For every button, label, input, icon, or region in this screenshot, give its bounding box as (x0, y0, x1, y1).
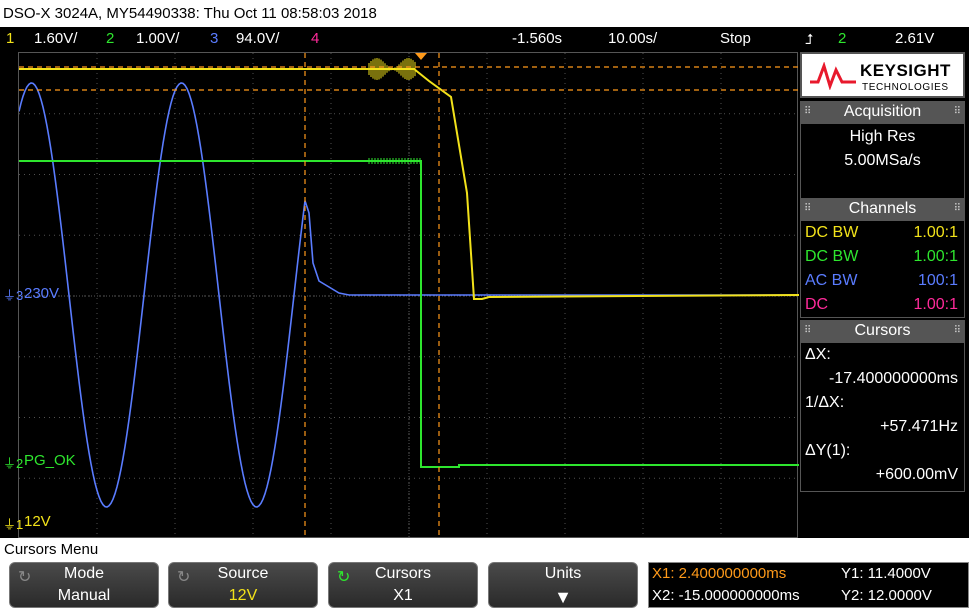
cursors-softkey-value: X1 (393, 587, 413, 604)
ch4-coupling: DC (805, 296, 829, 313)
ch3-ground-marker[interactable]: ⏚3 (3, 285, 23, 304)
ch2-ground-marker[interactable]: ⏚2 (3, 453, 23, 472)
cursors-softkey[interactable]: ↻ Cursors X1 (328, 562, 478, 608)
panel-grip-icon: ⠿ (953, 203, 961, 214)
ch3-scale[interactable]: 94.0V/ (236, 27, 279, 51)
inverse-delta-x-value: +57.471Hz (880, 418, 958, 435)
ch3-probe: 100:1 (917, 272, 958, 289)
panel-grip-icon: ⠿ (804, 203, 812, 214)
ch3-number[interactable]: 3 (210, 27, 218, 51)
ch1-probe: 1.00:1 (913, 224, 958, 241)
menu-title: Cursors Menu (4, 541, 99, 558)
cursor-y1-readout: Y1: 11.4000V (841, 565, 931, 582)
panel-grip-icon: ⠿ (953, 106, 961, 117)
ch2-waveform-label: PG_OK (24, 452, 76, 469)
source-softkey-label: Source (217, 565, 269, 582)
ch2-number[interactable]: 2 (106, 27, 114, 51)
trigger-edge-icon: ⮥ (805, 31, 814, 47)
trigger-level[interactable]: 2.61V (895, 27, 934, 51)
acquisition-mode: High Res (849, 128, 916, 145)
ch2-coupling: DC BW (805, 248, 859, 265)
ch1-number[interactable]: 1 (6, 27, 14, 51)
units-softkey[interactable]: Units ▼ (488, 562, 638, 608)
ch1-coupling: DC BW (805, 224, 859, 241)
ch4-number[interactable]: 4 (311, 27, 319, 51)
units-softkey-label: Units (544, 565, 582, 582)
ch2-probe: 1.00:1 (913, 248, 958, 265)
channels-panel: DC BW 1.00:1 DC BW 1.00:1 AC BW 100:1 DC… (800, 220, 965, 318)
cursor-y2-readout: Y2: 12.0000V (841, 587, 932, 604)
ch1-ground-marker[interactable]: ⏚1 (3, 514, 23, 533)
ch1-waveform-label: 12V (24, 513, 51, 530)
delta-x-label: ΔX: (805, 346, 831, 363)
brand-subtitle: TECHNOLOGIES (862, 82, 949, 93)
submenu-down-arrow-icon: ▼ (554, 587, 572, 607)
mode-softkey[interactable]: ↻ Mode Manual (9, 562, 159, 608)
waveform-display[interactable]: ⏚3 230V ⏚2 PG_OK ⏚1 12V (3, 52, 799, 539)
acquisition-panel: High Res 5.00MSa/s (800, 123, 965, 199)
sample-rate: 5.00MSa/s (844, 152, 921, 169)
status-bar: 1 1.60V/ 2 1.00V/ 3 94.0V/ 4 -1.560s 10.… (0, 27, 969, 51)
keysight-wave-icon (810, 62, 856, 90)
waveform-canvas (19, 53, 799, 539)
delta-x-value: -17.400000000ms (829, 370, 958, 387)
ch1-scale[interactable]: 1.60V/ (34, 27, 77, 51)
time-scale[interactable]: 10.00s/ (608, 27, 657, 51)
side-panel: KEYSIGHT TECHNOLOGIES ⠿ Acquisition ⠿ Hi… (800, 52, 969, 538)
cursor-x2-readout: X2: -15.000000000ms (652, 587, 800, 604)
channels-header[interactable]: ⠿ Channels ⠿ (800, 198, 965, 220)
panel-grip-icon: ⠿ (953, 325, 961, 336)
mode-softkey-label: Mode (63, 565, 105, 582)
mode-softkey-value: Manual (57, 587, 111, 604)
cursor-x1-readout: X1: 2.400000000ms (652, 565, 787, 582)
panel-grip-icon: ⠿ (804, 106, 812, 117)
acquisition-header[interactable]: ⠿ Acquisition ⠿ (800, 101, 965, 123)
inverse-delta-x-label: 1/ΔX: (805, 394, 845, 411)
window-title: DSO-X 3024A, MY54490338: Thu Oct 11 08:5… (0, 0, 969, 27)
cursors-panel: ΔX: -17.400000000ms 1/ΔX: +57.471Hz ΔY(1… (800, 342, 965, 492)
source-softkey-value: 12V (228, 587, 258, 604)
trigger-position-marker[interactable] (415, 53, 427, 60)
trigger-source[interactable]: 2 (838, 27, 846, 51)
delta-y-value: +600.00mV (875, 466, 958, 483)
panel-grip-icon: ⠿ (804, 325, 812, 336)
delta-y-label: ΔY(1): (805, 442, 851, 459)
ch4-probe: 1.00:1 (913, 296, 958, 313)
brand-name: KEYSIGHT (860, 61, 951, 80)
time-offset[interactable]: -1.560s (512, 27, 562, 51)
run-state[interactable]: Stop (720, 27, 751, 51)
ch3-waveform-label: 230V (24, 285, 60, 302)
source-softkey[interactable]: ↻ Source 12V (168, 562, 318, 608)
ch3-coupling: AC BW (805, 272, 858, 289)
keysight-logo: KEYSIGHT TECHNOLOGIES (800, 52, 965, 98)
cursor-readout: X1: 2.400000000ms X2: -15.000000000ms Y1… (648, 562, 969, 608)
cursors-header[interactable]: ⠿ Cursors ⠿ (800, 320, 965, 342)
ch2-scale[interactable]: 1.00V/ (136, 27, 179, 51)
cursors-softkey-label: Cursors (374, 565, 431, 582)
